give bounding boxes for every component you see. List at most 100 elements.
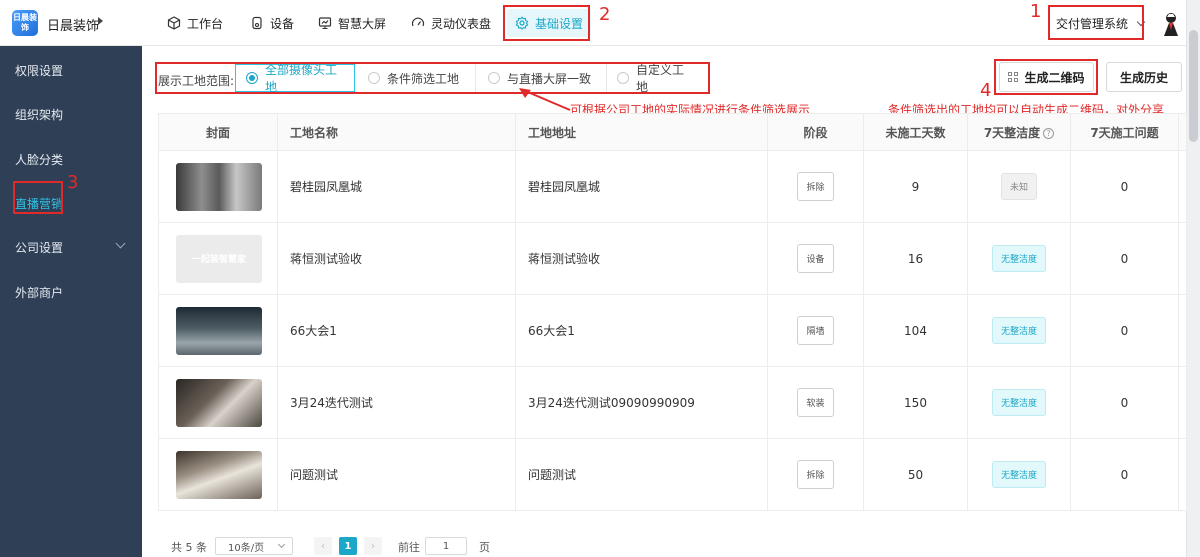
site-name: 3月24迭代测试 [277,366,516,439]
generate-history-label: 生成历史 [1119,70,1168,85]
goto-label: 前往 [398,541,420,554]
annotation-number-3: 3 [67,172,79,193]
problem-count: 0 [1070,222,1179,295]
table-row[interactable]: 碧桂园凤凰城 碧桂园凤凰城 拆除 9 未知 0 [158,150,1187,223]
nav-label: 工作台 [187,16,224,31]
tidy-cell: 无整洁度 [967,438,1071,511]
col-header-address: 工地地址 [515,113,768,151]
site-address: 碧桂园凤凰城 [515,150,768,223]
tidy-badge: 无整洁度 [991,317,1046,344]
stage-tag: 设备 [797,244,834,273]
generate-history-button[interactable]: 生成历史 [1106,62,1182,92]
site-address: 蒋恒测试验收 [515,222,768,295]
annotation-box-qr [994,59,1098,95]
stage-tag: 拆除 [797,460,834,489]
nav-item-device[interactable]: 设备 [250,0,294,46]
avatar[interactable] [1158,10,1184,38]
page-number-current[interactable]: 1 [339,537,357,555]
table-header-row: 封面 工地名称 工地地址 阶段 未施工天数 7天整洁度? 7天施工问题 [158,113,1187,151]
site-name: 66大会1 [277,294,516,367]
col-header-spacer [1178,113,1187,151]
annotation-box-filter [155,62,710,94]
spacer-cell [1178,366,1187,439]
table-row[interactable]: 66大会1 66大会1 隔墙 104 无整洁度 0 [158,294,1187,367]
cover-cell [158,150,278,223]
prev-page-button[interactable]: ‹ [314,537,332,555]
stage-tag: 隔墙 [797,316,834,345]
cover-cell: 一起装智慧家 [158,222,278,295]
site-address: 66大会1 [515,294,768,367]
site-address: 3月24迭代测试09090990909 [515,366,768,439]
goto-page-input[interactable]: 1 [425,537,467,555]
logo: 日晨装饰 [12,10,38,36]
site-address: 问题测试 [515,438,768,511]
table-row[interactable]: 3月24迭代测试 3月24迭代测试09090990909 软装 150 无整洁度… [158,366,1187,439]
nav-item-workbench[interactable]: 工作台 [167,0,223,46]
cover-thumbnail[interactable] [176,306,262,355]
sidebar-item-external-merchants[interactable]: 外部商户 [15,284,63,301]
logo-text: 日晨装饰 [13,13,37,32]
stage-cell: 拆除 [767,150,864,223]
cover-thumbnail[interactable]: 一起装智慧家 [176,234,262,283]
idle-days: 9 [863,150,968,223]
sidebar-item-face-category[interactable]: 人脸分类 [15,151,63,168]
sidebar-item-org[interactable]: 组织架构 [15,106,63,123]
col-header-cover: 封面 [158,113,278,151]
tidy-header-label: 7天整洁度 [983,125,1041,140]
caret-right-icon[interactable] [98,17,103,25]
nav-item-dashboard[interactable]: 灵动仪表盘 [411,0,491,46]
dashboard-icon [411,17,425,27]
annotation-number-1: 1 [1030,1,1042,22]
annotation-box-settings [503,5,590,41]
tidy-cell: 无整洁度 [967,222,1071,295]
idle-days: 50 [863,438,968,511]
idle-days: 104 [863,294,968,367]
site-name: 蒋恒测试验收 [277,222,516,295]
annotation-number-2: 2 [599,4,611,25]
sidebar-item-company-settings[interactable]: 公司设置 [15,239,63,256]
cover-placeholder-text: 一起装智慧家 [191,255,246,265]
tidy-badge: 未知 [1000,173,1037,200]
scrollbar-thumb[interactable] [1189,30,1198,142]
spacer-cell [1178,222,1187,295]
idle-days: 150 [863,366,968,439]
problem-count: 0 [1070,150,1179,223]
annotation-box-system [1048,5,1144,40]
site-name: 问题测试 [277,438,516,511]
cover-thumbnail[interactable] [176,378,262,427]
annotation-number-4: 4 [980,80,992,101]
stage-cell: 拆除 [767,438,864,511]
cover-thumbnail[interactable] [176,450,262,499]
annotation-box-sidebar [13,181,63,214]
tidy-cell: 无整洁度 [967,294,1071,367]
cover-cell [158,366,278,439]
stage-cell: 隔墙 [767,294,864,367]
spacer-cell [1178,150,1187,223]
nav-item-smart-screen[interactable]: 智慧大屏 [318,0,386,46]
monitor-icon [318,17,332,30]
brand-name[interactable]: 日晨装饰 [47,15,99,34]
page-size-select[interactable]: 10条/页 [215,537,293,555]
col-header-problems: 7天施工问题 [1070,113,1179,151]
site-table: 封面 工地名称 工地地址 阶段 未施工天数 7天整洁度? 7天施工问题 碧桂园凤… [158,113,1187,511]
spacer-cell [1178,294,1187,367]
table-row[interactable]: 一起装智慧家 蒋恒测试验收 蒋恒测试验收 设备 16 无整洁度 0 [158,222,1187,295]
tidy-cell: 无整洁度 [967,366,1071,439]
sidebar-item-permissions[interactable]: 权限设置 [15,62,63,79]
col-header-stage: 阶段 [767,113,864,151]
next-page-button[interactable]: › [364,537,382,555]
nav-label: 智慧大屏 [338,16,387,31]
help-icon[interactable]: ? [1043,127,1055,139]
problem-count: 0 [1070,294,1179,367]
col-header-idle-days: 未施工天数 [863,113,968,151]
nav-label: 设备 [270,16,295,31]
site-name: 碧桂园凤凰城 [277,150,516,223]
tidy-badge: 无整洁度 [991,461,1046,488]
table-row[interactable]: 问题测试 问题测试 拆除 50 无整洁度 0 [158,438,1187,511]
tidy-badge: 无整洁度 [991,245,1046,272]
chevron-left-icon: ‹ [321,540,325,552]
cover-thumbnail[interactable] [176,162,262,211]
page-unit-label: 页 [479,541,490,554]
idle-days: 16 [863,222,968,295]
annotation-arrow-icon [519,88,571,111]
